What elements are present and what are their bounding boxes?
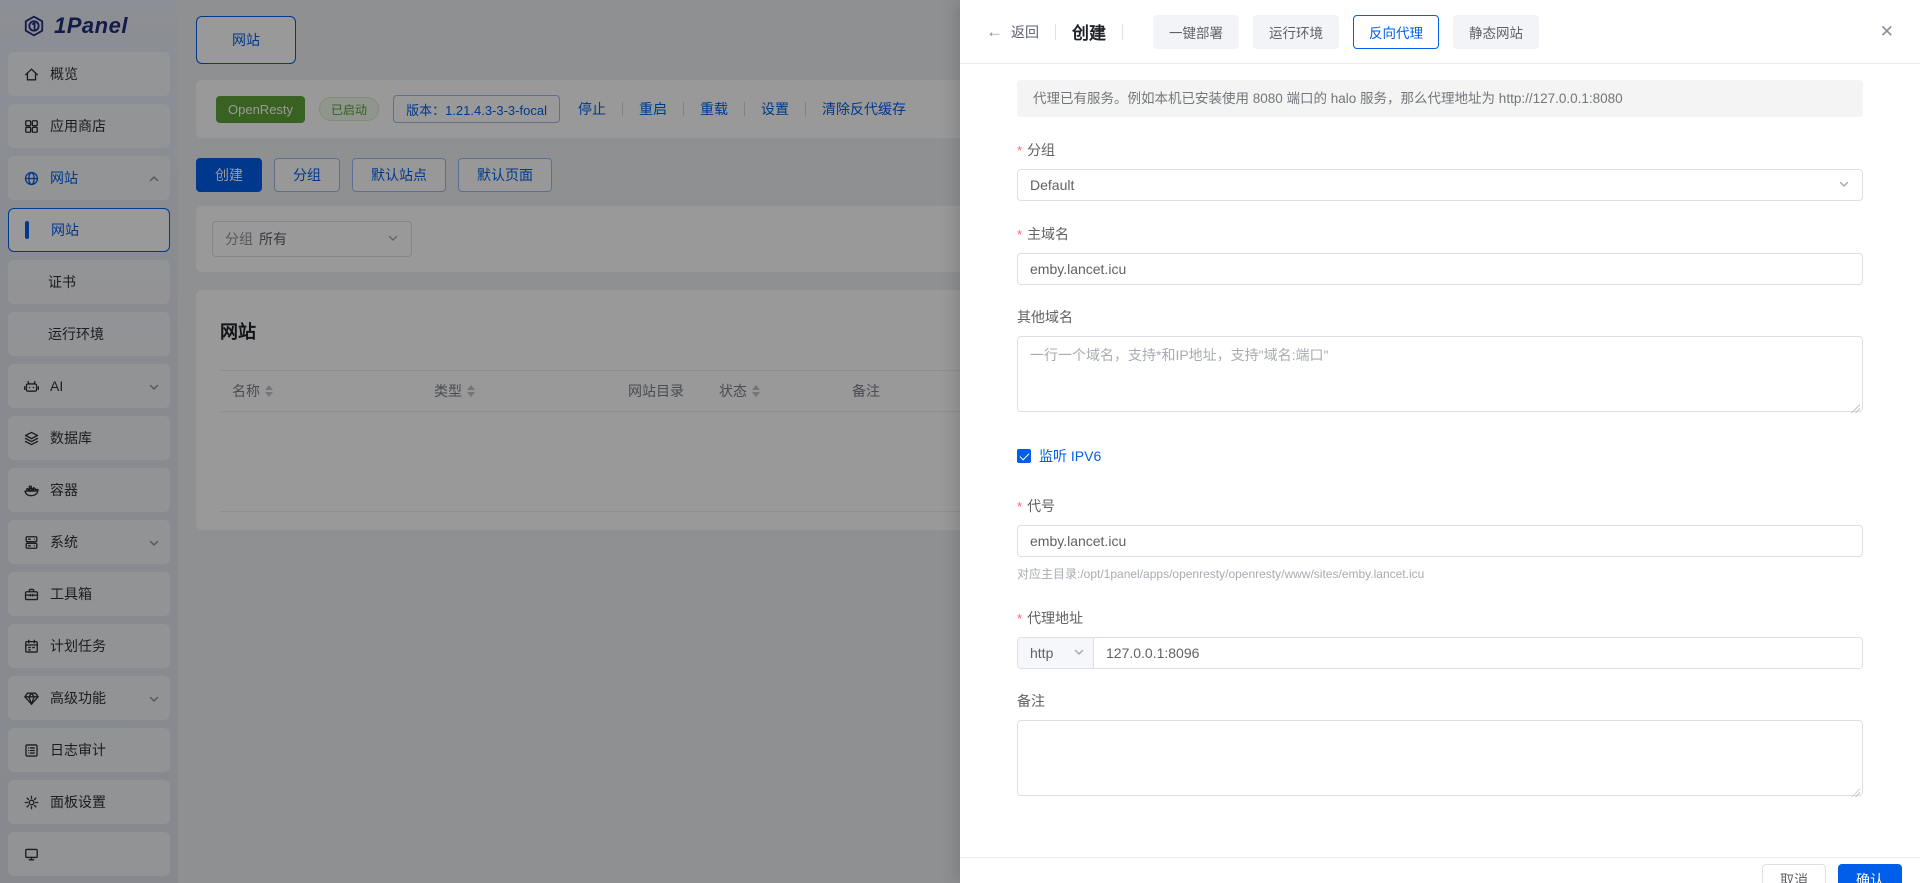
drawer-header: ← 返回 创建 一键部署 运行环境 反向代理 静态网站 ✕	[960, 0, 1920, 64]
alias-helper-text: 对应主目录:/opt/1panel/apps/openresty/openres…	[1017, 565, 1863, 582]
protocol-value: http	[1030, 645, 1067, 661]
other-domains-textarea[interactable]	[1017, 336, 1863, 412]
proxy-info-box: 代理已有服务。例如本机已安装使用 8080 端口的 halo 服务，那么代理地址…	[1017, 80, 1863, 117]
back-label: 返回	[1011, 22, 1039, 42]
proxy-address-group: http	[1017, 637, 1863, 669]
proxy-address-input[interactable]	[1094, 638, 1862, 668]
chevron-down-icon	[1838, 177, 1850, 193]
tab-static-website[interactable]: 静态网站	[1453, 15, 1539, 49]
close-icon[interactable]: ✕	[1880, 23, 1894, 40]
ipv6-checkbox-row[interactable]: 监听 IPV6	[1017, 446, 1863, 466]
divider	[1122, 24, 1123, 40]
protocol-select[interactable]: http	[1018, 638, 1094, 668]
remark-label: 备注	[1017, 691, 1863, 711]
primary-domain-input[interactable]	[1017, 253, 1863, 285]
back-arrow-icon: ←	[986, 23, 1003, 40]
app-root: 1Panel 概览 应用商店 网站 网站 证书	[0, 0, 1920, 883]
chevron-down-icon	[1073, 645, 1085, 661]
create-mode-tabs: 一键部署 运行环境 反向代理 静态网站	[1153, 15, 1539, 49]
confirm-button[interactable]: 确认	[1838, 864, 1902, 883]
ipv6-checkbox-label: 监听 IPV6	[1039, 446, 1101, 466]
create-website-drawer: ← 返回 创建 一键部署 运行环境 反向代理 静态网站 ✕ 代理已有服务。例如本…	[960, 0, 1920, 883]
primary-domain-label: 主域名	[1017, 224, 1863, 244]
checkbox-checked-icon[interactable]	[1017, 449, 1031, 463]
alias-input[interactable]	[1017, 525, 1863, 557]
alias-label: 代号	[1017, 496, 1863, 516]
drawer-title: 创建	[1072, 19, 1106, 44]
remark-textarea[interactable]	[1017, 720, 1863, 796]
group-selected-value: Default	[1030, 177, 1838, 193]
tab-runtime[interactable]: 运行环境	[1253, 15, 1339, 49]
tab-reverse-proxy[interactable]: 反向代理	[1353, 15, 1439, 49]
divider	[1055, 24, 1056, 40]
proxy-address-label: 代理地址	[1017, 608, 1863, 628]
group-select[interactable]: Default	[1017, 169, 1863, 201]
other-domains-label: 其他域名	[1017, 307, 1863, 327]
back-button[interactable]: ← 返回	[986, 22, 1039, 42]
drawer-form: 代理已有服务。例如本机已安装使用 8080 端口的 halo 服务，那么代理地址…	[960, 64, 1920, 857]
drawer-footer: 取消 确认	[960, 857, 1920, 883]
tab-one-click-deploy[interactable]: 一键部署	[1153, 15, 1239, 49]
group-field-label: 分组	[1017, 140, 1863, 160]
cancel-button[interactable]: 取消	[1762, 864, 1826, 883]
